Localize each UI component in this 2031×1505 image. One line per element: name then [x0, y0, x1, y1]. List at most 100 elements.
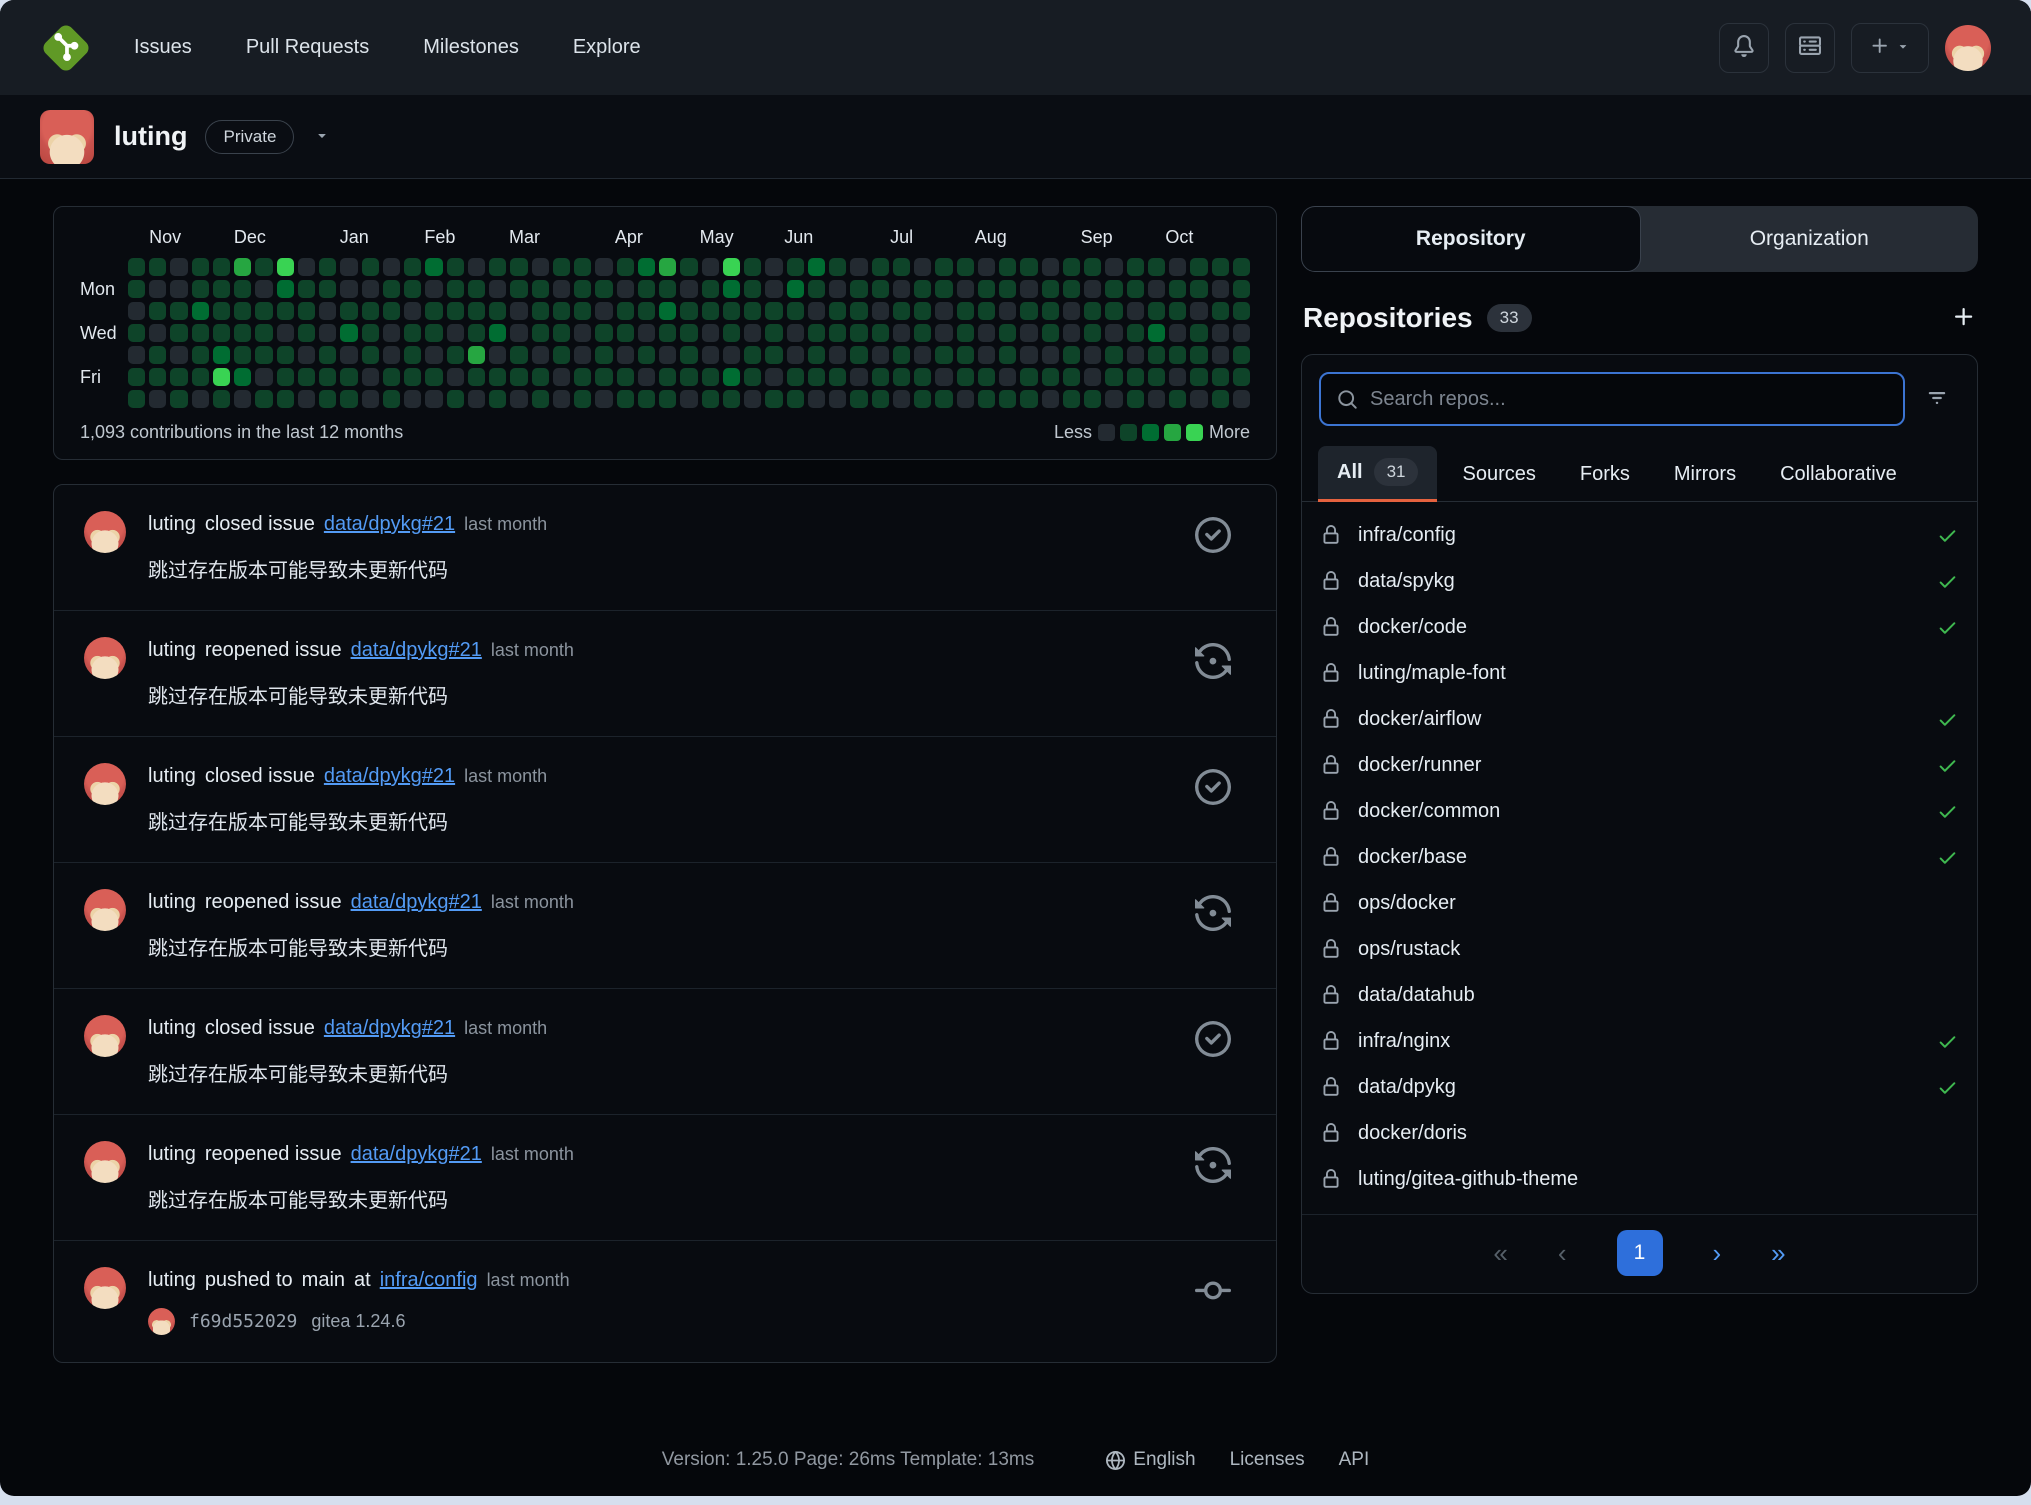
repo-row[interactable]: docker/doris [1302, 1110, 1977, 1156]
month-label: Jan [340, 227, 425, 251]
feed-action: reopened issue [205, 891, 342, 913]
issue-closed-icon [1178, 511, 1248, 583]
heatmap-cell [893, 346, 910, 364]
tab-organization[interactable]: Organization [1641, 206, 1979, 272]
feed-repo-link[interactable]: data/dpykg#21 [351, 639, 482, 661]
heatmap-cell [999, 390, 1016, 408]
feed-repo-link[interactable]: data/dpykg#21 [351, 891, 482, 913]
heatmap-cell [787, 302, 804, 320]
repo-row[interactable]: docker/common [1302, 788, 1977, 834]
feed-actor-avatar[interactable] [84, 889, 126, 931]
feed-repo-link[interactable]: data/dpykg#21 [324, 1017, 455, 1039]
feed-actor[interactable]: luting [148, 891, 196, 913]
pagination-next-button[interactable]: › [1713, 1238, 1722, 1269]
filter-tab-mirrors[interactable]: Mirrors [1655, 451, 1755, 501]
plus-icon [1870, 36, 1890, 59]
visibility-badge: Private [205, 120, 294, 154]
pagination-current-page[interactable]: 1 [1617, 1230, 1663, 1276]
filter-tab-sources[interactable]: Sources [1443, 451, 1554, 501]
heatmap-cell [532, 346, 549, 364]
gitea-logo-icon[interactable] [40, 22, 92, 74]
feed-actor-avatar[interactable] [84, 637, 126, 679]
feed-actor-avatar[interactable] [84, 1267, 126, 1309]
heatmap-cell [872, 368, 889, 386]
feed-repo-link[interactable]: data/dpykg#21 [351, 1143, 482, 1165]
repo-name: data/datahub [1358, 984, 1475, 1007]
repo-row[interactable]: docker/airflow [1302, 696, 1977, 742]
tab-repository[interactable]: Repository [1301, 206, 1641, 272]
repo-row[interactable]: data/spykg [1302, 558, 1977, 604]
feed-actor[interactable]: luting [148, 1269, 196, 1291]
heatmap-cell [999, 258, 1016, 276]
feed-actor[interactable]: luting [148, 639, 196, 661]
heatmap-cell [595, 302, 612, 320]
repo-filter-tabs: All31SourcesForksMirrorsCollaborative [1302, 446, 1977, 502]
feed-item: lutingclosed issuedata/dpykg#21last mont… [54, 485, 1276, 611]
profile-dropdown-toggle[interactable] [314, 127, 330, 146]
feed-action: pushed to [205, 1269, 293, 1291]
navbar-link-explore[interactable]: Explore [573, 36, 641, 58]
repo-row[interactable]: docker/runner [1302, 742, 1977, 788]
feed-repo-link[interactable]: data/dpykg#21 [324, 513, 455, 535]
heatmap-cell [787, 280, 804, 298]
repo-search-input[interactable] [1370, 388, 1887, 411]
heatmap-cell [277, 368, 294, 386]
feed-actor[interactable]: luting [148, 765, 196, 787]
footer-link-api[interactable]: API [1339, 1449, 1370, 1471]
user-menu-avatar[interactable] [1945, 25, 1991, 71]
heatmap-cell [1063, 346, 1080, 364]
check-icon [1937, 525, 1958, 546]
heatmap-cell [532, 302, 549, 320]
feed-repo-link[interactable]: data/dpykg#21 [324, 765, 455, 787]
feed-actor-avatar[interactable] [84, 1015, 126, 1057]
heatmap-cell [1020, 302, 1037, 320]
navbar-link-pull-requests[interactable]: Pull Requests [246, 36, 369, 58]
repo-row[interactable]: luting/maple-font [1302, 650, 1977, 696]
repo-row[interactable]: data/datahub [1302, 972, 1977, 1018]
feed-actor[interactable]: luting [148, 1143, 196, 1165]
heatmap-cell [914, 280, 931, 298]
heatmap-cell [383, 324, 400, 342]
heatmap-cell [957, 390, 974, 408]
filter-tab-all[interactable]: All31 [1318, 446, 1437, 501]
admin-panel-button[interactable] [1785, 23, 1835, 73]
navbar-link-milestones[interactable]: Milestones [423, 36, 519, 58]
footer-link-licenses[interactable]: Licenses [1230, 1449, 1305, 1471]
heatmap-cell [957, 302, 974, 320]
heatmap-cell [617, 368, 634, 386]
repo-row[interactable]: infra/nginx [1302, 1018, 1977, 1064]
navbar-link-issues[interactable]: Issues [134, 36, 192, 58]
heatmap-cell [510, 368, 527, 386]
feed-actor-avatar[interactable] [84, 763, 126, 805]
notifications-button[interactable] [1719, 23, 1769, 73]
repo-row[interactable]: docker/base [1302, 834, 1977, 880]
footer-link-label: API [1339, 1449, 1370, 1471]
repo-filter-button[interactable] [1913, 375, 1961, 423]
footer-link-english[interactable]: English [1106, 1449, 1195, 1471]
commit-hash-link[interactable]: f69d552029 [189, 1311, 297, 1332]
feed-actor-avatar[interactable] [84, 511, 126, 553]
feed-actor[interactable]: luting [148, 513, 196, 535]
create-new-button[interactable] [1851, 23, 1929, 73]
heatmap-cell [574, 258, 591, 276]
feed-repo-link[interactable]: infra/config [380, 1269, 478, 1291]
repo-row[interactable]: ops/rustack [1302, 926, 1977, 972]
issue-closed-icon [1178, 763, 1248, 835]
repo-name: luting/maple-font [1358, 662, 1506, 685]
repo-row[interactable]: ops/docker [1302, 880, 1977, 926]
pagination-last-button[interactable]: » [1771, 1238, 1785, 1269]
version-info: Version: 1.25.0 Page: 26ms Template: 13m… [662, 1449, 1034, 1471]
repo-row[interactable]: docker/code [1302, 604, 1977, 650]
filter-tab-collaborative[interactable]: Collaborative [1761, 451, 1916, 501]
feed-actor[interactable]: luting [148, 1017, 196, 1039]
heatmap-cell [850, 324, 867, 342]
contribution-heatmap-card: MonWedFri NovDecJanFebMarAprMayJunJulAug… [53, 206, 1277, 460]
filter-tab-forks[interactable]: Forks [1561, 451, 1649, 501]
repo-row[interactable]: luting/gitea-github-theme [1302, 1156, 1977, 1202]
repo-row[interactable]: infra/config [1302, 512, 1977, 558]
feed-actor-avatar[interactable] [84, 1141, 126, 1183]
repo-row[interactable]: data/dpykg [1302, 1064, 1977, 1110]
feed-item-main: lutingclosed issuedata/dpykg#21last mont… [148, 1015, 1178, 1087]
add-repository-button[interactable] [1952, 305, 1976, 332]
heatmap-cell [574, 302, 591, 320]
